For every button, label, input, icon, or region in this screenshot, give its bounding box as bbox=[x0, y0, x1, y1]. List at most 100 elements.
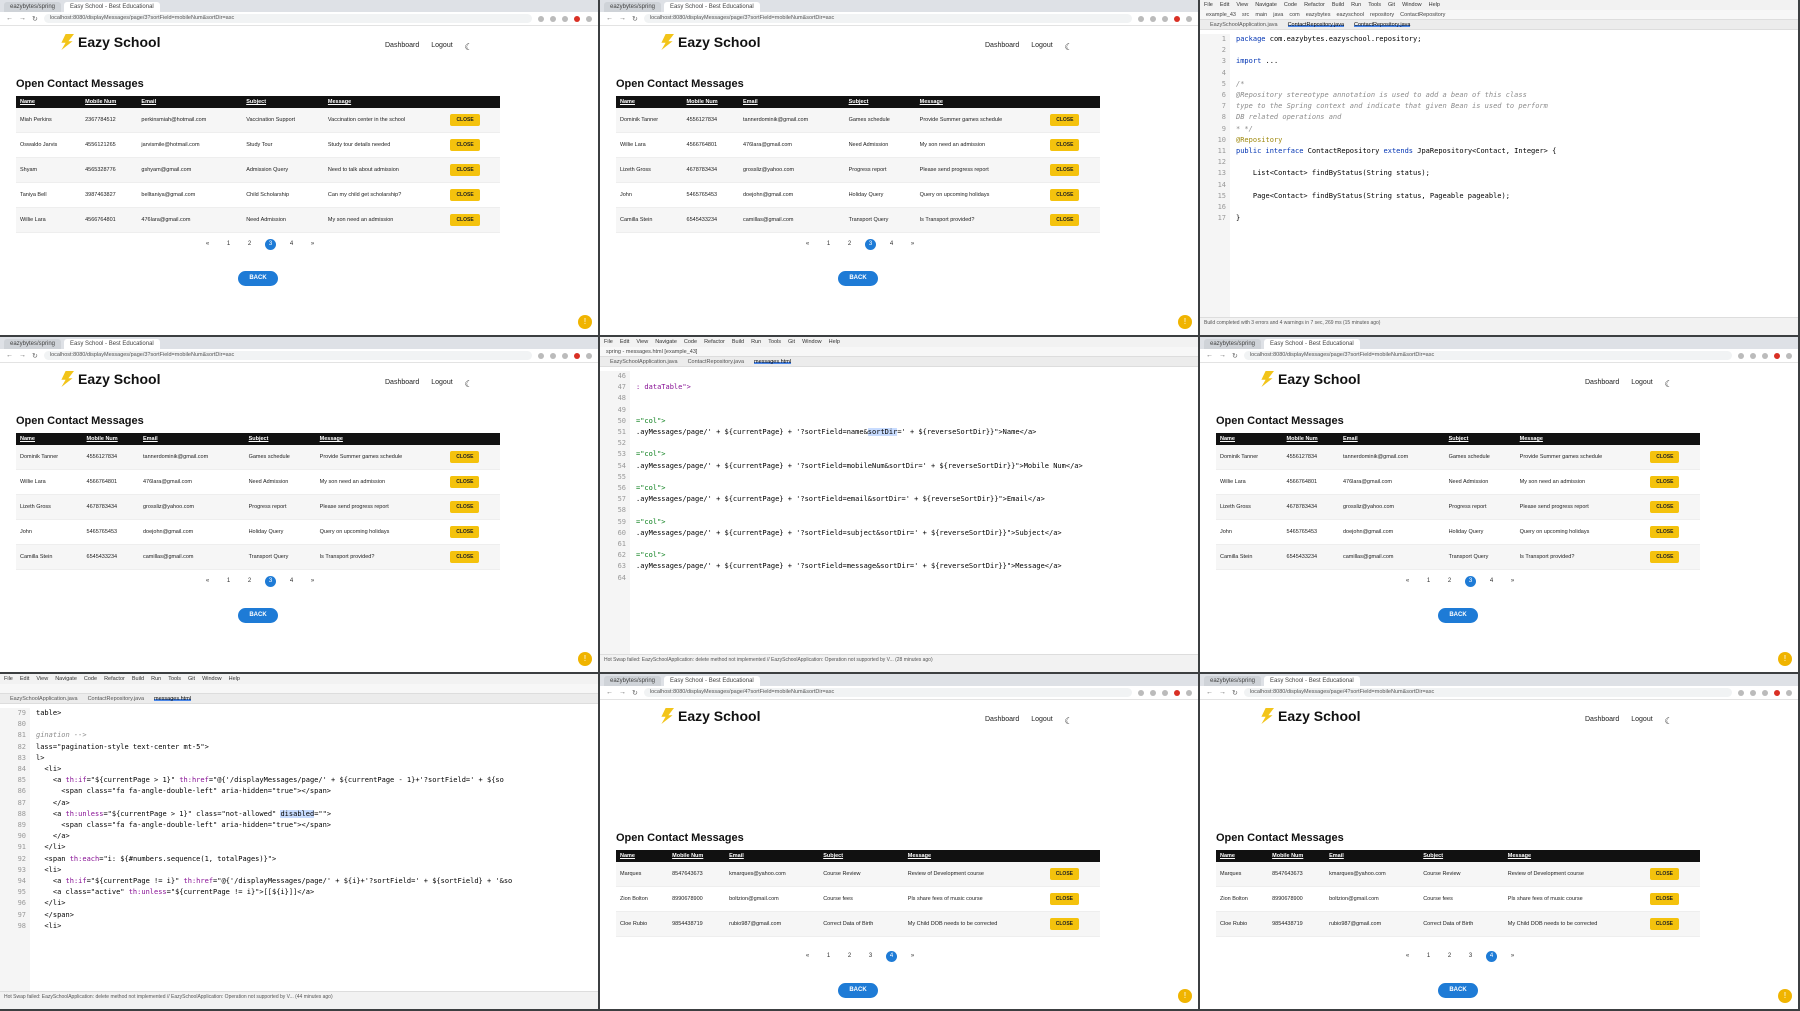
back-arrow-icon[interactable]: ← bbox=[1206, 352, 1213, 359]
ide-menu-item[interactable]: Window bbox=[802, 339, 822, 345]
dark-mode-moon-icon[interactable]: ☾ bbox=[1665, 379, 1673, 390]
close-message-button[interactable]: CLOSE bbox=[1650, 551, 1680, 563]
pagination-link[interactable]: 1 bbox=[1423, 951, 1434, 962]
ide-menu-item[interactable]: Refactor bbox=[104, 676, 125, 682]
extension-icon[interactable] bbox=[1186, 689, 1192, 696]
extension-icon[interactable] bbox=[1138, 15, 1144, 22]
column-header-sort-link[interactable]: Subject bbox=[244, 433, 316, 445]
column-header-sort-link[interactable]: Email bbox=[725, 850, 820, 862]
ide-menu-item[interactable]: Tools bbox=[768, 339, 781, 345]
pagination-link[interactable]: 4 bbox=[1486, 951, 1497, 962]
pagination-link[interactable]: 1 bbox=[223, 239, 234, 250]
dark-mode-moon-icon[interactable]: ☾ bbox=[465, 42, 473, 53]
back-arrow-icon[interactable]: ← bbox=[606, 689, 613, 696]
extension-icon[interactable] bbox=[1174, 689, 1180, 696]
ide-menu-item[interactable]: Tools bbox=[168, 676, 181, 682]
column-header-sort-link[interactable]: Subject bbox=[1444, 433, 1516, 445]
back-button[interactable]: BACK bbox=[238, 608, 278, 623]
extension-icon[interactable] bbox=[1150, 15, 1156, 22]
forward-arrow-icon[interactable]: → bbox=[619, 15, 626, 22]
extension-icon[interactable] bbox=[586, 15, 592, 22]
close-message-button[interactable]: CLOSE bbox=[450, 451, 480, 463]
editor-tab[interactable]: ContactRepository.java bbox=[88, 696, 144, 702]
ide-menu-item[interactable]: Navigate bbox=[1255, 2, 1277, 8]
pagination-link[interactable]: » bbox=[1507, 951, 1518, 962]
breadcrumb-item[interactable]: eazybytes bbox=[1306, 12, 1331, 18]
nav-logout-link[interactable]: Logout bbox=[1031, 716, 1052, 727]
forward-arrow-icon[interactable]: → bbox=[19, 15, 26, 22]
address-bar[interactable]: localhost:8080/displayMessages/page/4?so… bbox=[1243, 688, 1732, 697]
code-editor[interactable]: 46 47 48 49 50 51 52 53 54 55 56 57 58 5… bbox=[600, 371, 1198, 654]
pagination-link[interactable]: 4 bbox=[1486, 576, 1497, 587]
reload-icon[interactable]: ↻ bbox=[1232, 352, 1238, 360]
column-header-sort-link[interactable]: Message bbox=[915, 96, 1047, 108]
address-bar[interactable]: localhost:8080/displayMessages/page/3?so… bbox=[643, 14, 1132, 23]
pagination-link[interactable]: 3 bbox=[265, 239, 276, 250]
ide-menu-item[interactable]: Git bbox=[788, 339, 795, 345]
column-header-sort-link[interactable]: Email bbox=[1325, 850, 1420, 862]
back-button[interactable]: BACK bbox=[1438, 608, 1478, 623]
ide-menu-item[interactable]: Refactor bbox=[1304, 2, 1325, 8]
back-button[interactable]: BACK bbox=[838, 983, 878, 998]
close-message-button[interactable]: CLOSE bbox=[1050, 114, 1080, 126]
ide-menu-item[interactable]: Edit bbox=[20, 676, 29, 682]
close-message-button[interactable]: CLOSE bbox=[450, 189, 480, 201]
column-header-sort-link[interactable]: Message bbox=[1515, 433, 1647, 445]
nav-logout-link[interactable]: Logout bbox=[431, 379, 452, 390]
column-header-sort-link[interactable]: Mobile Num bbox=[1268, 850, 1326, 862]
pagination-link[interactable]: » bbox=[307, 576, 318, 587]
browser-tab[interactable]: eazybytes/spring bbox=[1204, 676, 1262, 686]
dark-mode-moon-icon[interactable]: ☾ bbox=[465, 379, 473, 390]
dark-mode-moon-icon[interactable]: ☾ bbox=[1065, 42, 1073, 53]
back-button[interactable]: BACK bbox=[838, 271, 878, 286]
column-header-sort-link[interactable]: Message bbox=[315, 433, 447, 445]
reload-icon[interactable]: ↻ bbox=[32, 352, 38, 360]
close-message-button[interactable]: CLOSE bbox=[1650, 451, 1680, 463]
column-header-sort-link[interactable]: Mobile Num bbox=[81, 96, 138, 108]
ide-menu-item[interactable]: File bbox=[1204, 2, 1213, 8]
extension-icon[interactable] bbox=[562, 352, 568, 359]
ide-menu-item[interactable]: Help bbox=[1429, 2, 1440, 8]
reload-icon[interactable]: ↻ bbox=[1232, 689, 1238, 697]
nav-dashboard-link[interactable]: Dashboard bbox=[385, 42, 419, 53]
close-message-button[interactable]: CLOSE bbox=[1650, 501, 1680, 513]
pagination-link[interactable]: 2 bbox=[1444, 576, 1455, 587]
column-header-sort-link[interactable]: Email bbox=[739, 96, 845, 108]
back-arrow-icon[interactable]: ← bbox=[606, 15, 613, 22]
pagination-link[interactable]: « bbox=[802, 951, 813, 962]
extension-icon[interactable] bbox=[1186, 15, 1192, 22]
column-header-sort-link[interactable]: Subject bbox=[819, 850, 904, 862]
ide-menu-item[interactable]: Code bbox=[684, 339, 697, 345]
ide-menu-item[interactable]: Build bbox=[732, 339, 744, 345]
nav-logout-link[interactable]: Logout bbox=[1631, 379, 1652, 390]
nav-dashboard-link[interactable]: Dashboard bbox=[985, 716, 1019, 727]
editor-tab[interactable]: messages.html bbox=[754, 359, 792, 365]
pagination-link[interactable]: 3 bbox=[265, 576, 276, 587]
pagination-link[interactable]: » bbox=[307, 239, 318, 250]
back-arrow-icon[interactable]: ← bbox=[1206, 689, 1213, 696]
forward-arrow-icon[interactable]: → bbox=[619, 689, 626, 696]
breadcrumb-item[interactable]: java bbox=[1273, 12, 1283, 18]
extension-icon[interactable] bbox=[1738, 689, 1744, 696]
extension-icon[interactable] bbox=[574, 15, 580, 22]
close-message-button[interactable]: CLOSE bbox=[1050, 214, 1080, 226]
close-message-button[interactable]: CLOSE bbox=[1050, 164, 1080, 176]
pagination-link[interactable]: « bbox=[1402, 576, 1413, 587]
column-header-sort-link[interactable]: Name bbox=[616, 96, 683, 108]
help-icon[interactable]: ! bbox=[1178, 315, 1192, 329]
extension-icon[interactable] bbox=[1174, 15, 1180, 22]
browser-tab[interactable]: eazybytes/spring bbox=[4, 2, 62, 12]
pagination-link[interactable]: « bbox=[202, 576, 213, 587]
pagination-link[interactable]: 3 bbox=[865, 239, 876, 250]
editor-tab[interactable]: ContactRepository.java bbox=[1354, 22, 1411, 28]
browser-tab-active[interactable]: Easy School - Best Educational bbox=[64, 2, 160, 12]
browser-tab-active[interactable]: Easy School - Best Educational bbox=[664, 2, 760, 12]
help-icon[interactable]: ! bbox=[578, 315, 592, 329]
reload-icon[interactable]: ↻ bbox=[632, 689, 638, 697]
breadcrumb-item[interactable]: main bbox=[1255, 12, 1267, 18]
close-message-button[interactable]: CLOSE bbox=[1649, 918, 1679, 930]
back-button[interactable]: BACK bbox=[1438, 983, 1478, 998]
ide-menu-item[interactable]: View bbox=[1236, 2, 1248, 8]
breadcrumb-item[interactable]: src bbox=[1242, 12, 1249, 18]
pagination-link[interactable]: 1 bbox=[823, 239, 834, 250]
